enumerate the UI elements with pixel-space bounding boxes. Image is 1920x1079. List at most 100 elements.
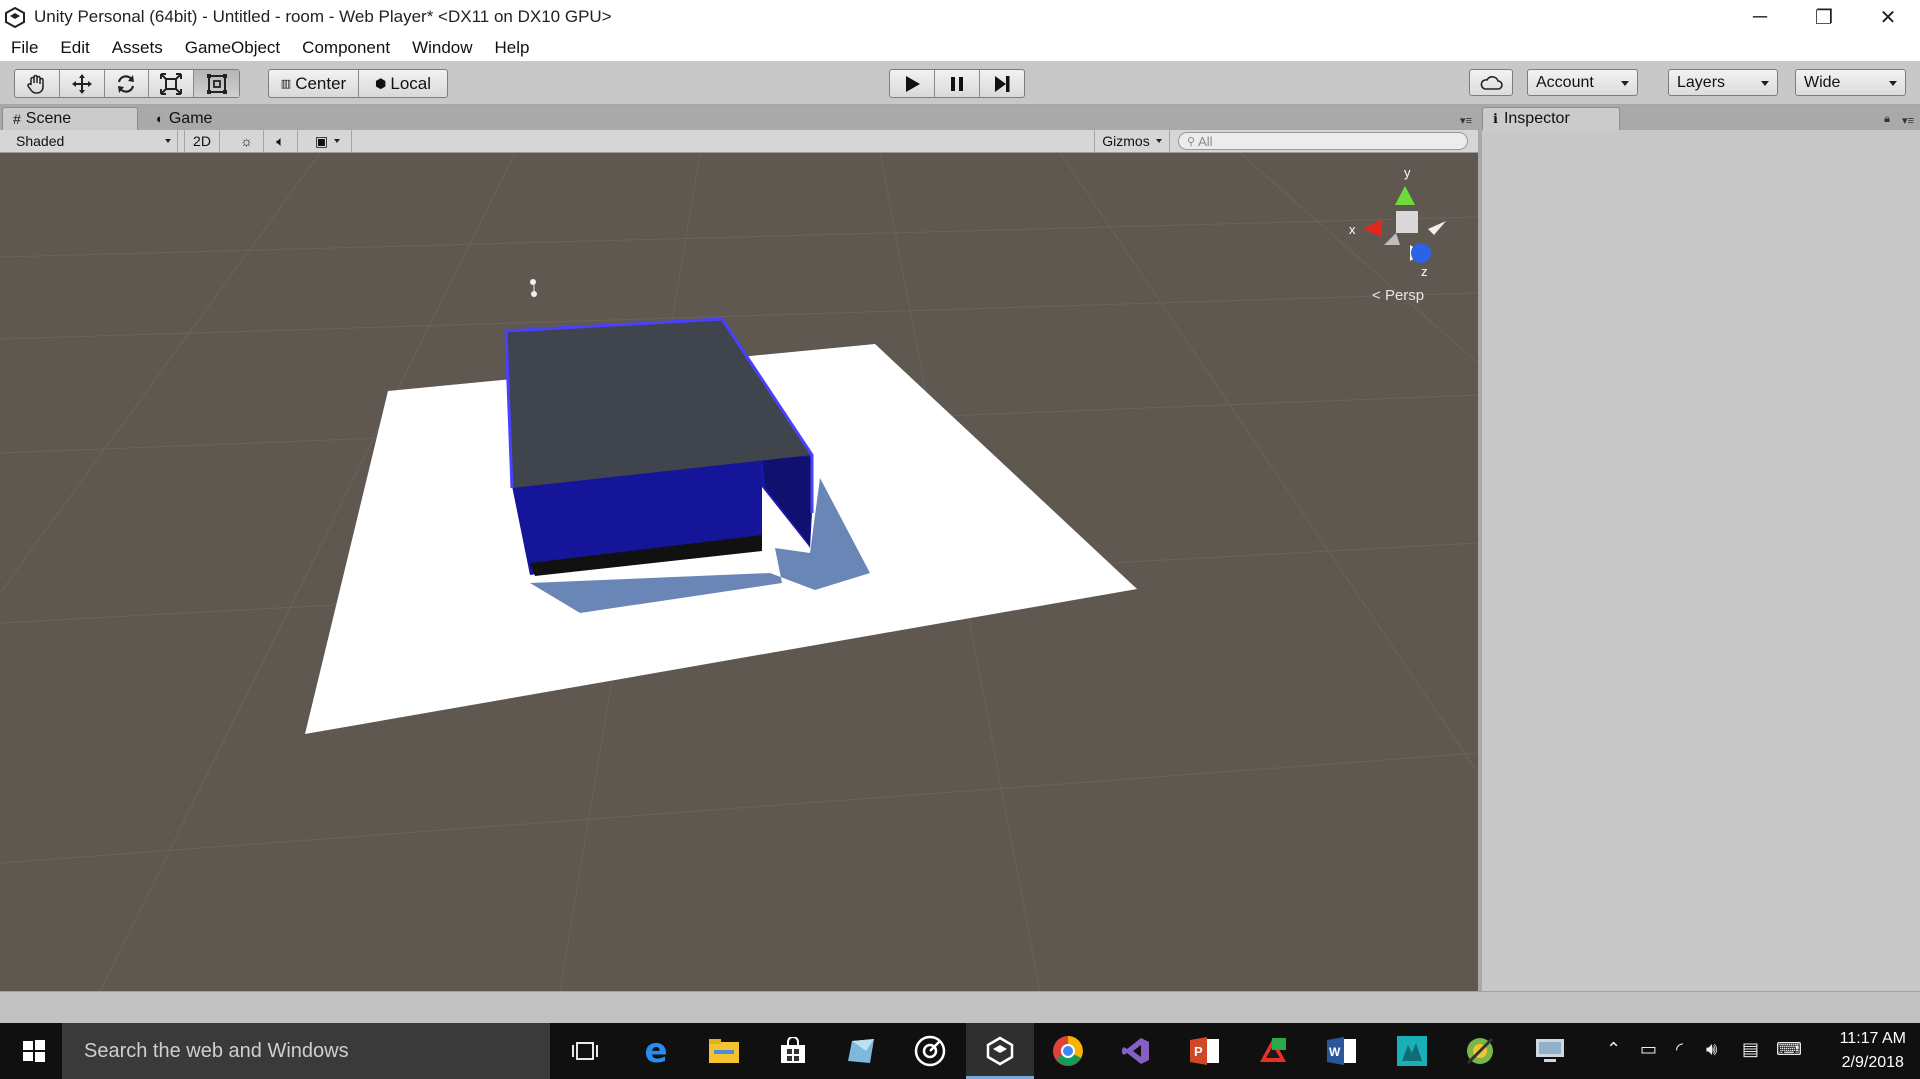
cloud-button[interactable] [1469, 69, 1513, 96]
menu-bar: File Edit Assets GameObject Component Wi… [0, 34, 1920, 61]
step-icon [995, 75, 1010, 92]
gizmo-x-label: x [1349, 222, 1356, 237]
hand-icon [27, 74, 44, 94]
menu-gameobject[interactable]: GameObject [174, 38, 291, 58]
task-view-icon[interactable] [567, 1033, 603, 1069]
word-icon[interactable]: W [1324, 1033, 1360, 1069]
menu-help[interactable]: Help [484, 38, 541, 58]
unity-app-icon[interactable] [982, 1033, 1018, 1069]
windows-taskbar: Search the web and Windows e P W ⌃ ▭ ◜ 🔊… [0, 1023, 1920, 1079]
panel-menu-icon[interactable]: ▾≡ [1902, 114, 1914, 127]
svg-text:W: W [1329, 1045, 1341, 1059]
battery-icon[interactable]: ▭ [1640, 1039, 1657, 1060]
layout-dropdown[interactable]: Wide [1795, 69, 1906, 96]
sketch-app-icon[interactable] [843, 1033, 879, 1069]
layout-label: Wide [1804, 73, 1841, 91]
layers-dropdown[interactable]: Layers [1668, 69, 1778, 96]
grid-icon: # [13, 111, 21, 127]
playback-controls [889, 69, 1025, 98]
powerpoint-icon[interactable]: P [1187, 1033, 1223, 1069]
visual-studio-icon[interactable] [1118, 1033, 1154, 1069]
unity-logo-icon [5, 6, 25, 28]
pacman-icon: ◐ [156, 111, 164, 126]
toggle-2d-label: 2D [193, 133, 211, 149]
hand-tool-button[interactable] [15, 70, 60, 97]
move-icon [71, 73, 92, 94]
shading-mode-label: Shaded [16, 133, 65, 149]
tab-inspector[interactable]: ℹ Inspector [1482, 107, 1620, 130]
menu-component[interactable]: Component [291, 38, 401, 58]
tab-inspector-label: Inspector [1503, 110, 1570, 127]
gizmos-dropdown[interactable]: Gizmos [1094, 130, 1170, 152]
pause-button[interactable] [935, 70, 980, 97]
scene-control-bar: Shaded 2D ☼ 🔈︎ ▣ Gizmos ⚲ All [0, 130, 1478, 153]
svg-text:P: P [1194, 1044, 1203, 1059]
space-local-button[interactable]: ⬢ Local [359, 70, 447, 97]
menu-file[interactable]: File [0, 38, 49, 58]
restore-button[interactable]: ❐ [1792, 0, 1856, 34]
scene-viewport[interactable]: y x z < Persp [0, 153, 1478, 991]
tab-game-label: Game [168, 109, 213, 127]
tab-game[interactable]: ◐ Game [146, 107, 256, 130]
excel-app-icon[interactable] [1462, 1033, 1498, 1069]
toggle-2d-button[interactable]: 2D [184, 130, 220, 152]
menu-window[interactable]: Window [401, 38, 483, 58]
taskbar-search-input[interactable]: Search the web and Windows [62, 1023, 550, 1079]
taskbar-search-placeholder: Search the web and Windows [84, 1039, 349, 1062]
menu-assets[interactable]: Assets [101, 38, 174, 58]
pivot-center-button[interactable]: ▥ Center [269, 70, 359, 97]
move-tool-button[interactable] [60, 70, 105, 97]
wifi-icon[interactable]: ◜ [1676, 1039, 1683, 1060]
keyboard-icon[interactable]: ⌨ [1776, 1039, 1802, 1060]
scene-view-canvas: y x z < Persp [0, 153, 1478, 991]
rect-icon [206, 73, 227, 94]
scale-icon [160, 72, 183, 95]
local-space-icon: ⬢ [375, 75, 387, 91]
play-icon [906, 75, 920, 92]
layers-label: Layers [1677, 73, 1726, 91]
scene-tab-strip: # Scene ◐ Game ▾≡ [0, 105, 1478, 130]
scale-tool-button[interactable] [149, 70, 195, 97]
audio-toggle[interactable]: 🔈︎ [264, 130, 298, 152]
taskbar-clock[interactable]: 11:17 AM 2/9/2018 [1840, 1027, 1906, 1075]
close-button[interactable]: ✕ [1856, 0, 1920, 34]
inspector-panel [1482, 130, 1920, 991]
main-toolbar: ▥ Center ⬢ Local Account Layers Wide [0, 61, 1920, 105]
effects-dropdown[interactable]: ▣ [304, 130, 352, 152]
chrome-icon[interactable] [1050, 1033, 1086, 1069]
tray-chevron-up-icon[interactable]: ⌃ [1606, 1039, 1621, 1060]
scene-search-input[interactable]: ⚲ All [1178, 132, 1468, 150]
gizmos-label: Gizmos [1102, 133, 1150, 149]
remote-desktop-icon[interactable] [1532, 1033, 1568, 1069]
menu-edit[interactable]: Edit [49, 38, 100, 58]
action-center-icon[interactable]: ▤ [1742, 1039, 1759, 1060]
tab-scene[interactable]: # Scene [2, 107, 138, 130]
window-title: Unity Personal (64bit) - Untitled - room… [34, 7, 612, 26]
lighting-toggle[interactable]: ☼ [230, 130, 264, 152]
projection-label[interactable]: < Persp [1372, 287, 1424, 304]
step-button[interactable] [980, 70, 1024, 97]
account-label: Account [1536, 73, 1594, 91]
account-dropdown[interactable]: Account [1527, 69, 1638, 96]
windows-start-icon[interactable] [16, 1033, 52, 1069]
store-icon[interactable] [775, 1033, 811, 1069]
rect-tool-button[interactable] [194, 70, 239, 97]
media-app-icon[interactable] [912, 1033, 948, 1069]
sun-icon: ☼ [240, 133, 253, 149]
chevron-down-icon [165, 139, 171, 143]
panel-menu-icon[interactable]: ▾≡ [1460, 114, 1472, 127]
volume-icon[interactable]: 🔊︎ [1706, 1039, 1717, 1060]
edge-browser-icon[interactable]: e [638, 1031, 674, 1071]
file-explorer-icon[interactable] [706, 1033, 742, 1069]
shading-mode-dropdown[interactable]: Shaded [0, 130, 178, 152]
lock-icon[interactable]: 🔒︎ [1884, 113, 1890, 126]
minimize-button[interactable]: ─ [1728, 0, 1792, 34]
game-app-icon[interactable] [1394, 1033, 1430, 1069]
pivot-center-label: Center [295, 73, 347, 93]
info-icon: ℹ [1493, 111, 1498, 126]
acrobat-icon[interactable] [1255, 1033, 1291, 1069]
play-button[interactable] [890, 70, 935, 97]
orientation-gizmo[interactable]: y x z < Persp [1349, 165, 1446, 304]
rotate-tool-button[interactable] [105, 70, 150, 97]
chevron-down-icon [1155, 139, 1162, 143]
